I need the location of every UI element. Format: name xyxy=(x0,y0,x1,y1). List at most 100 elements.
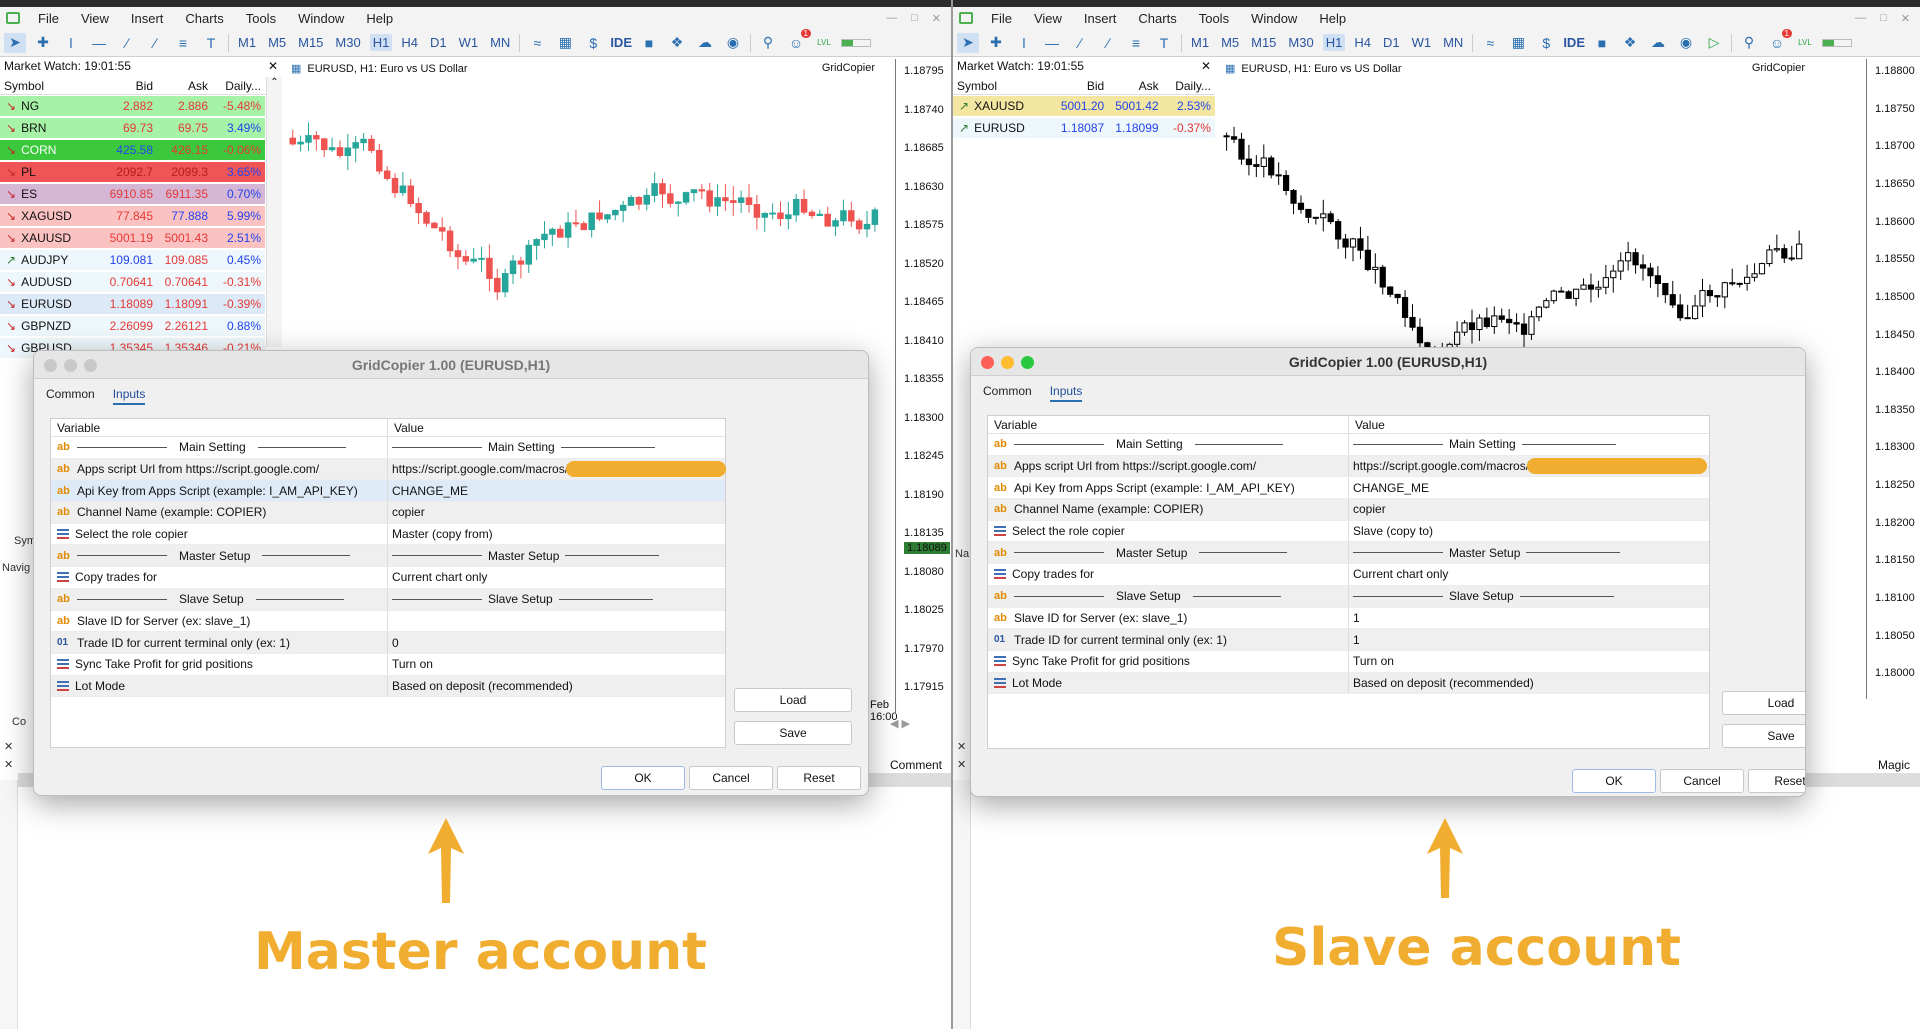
table-row[interactable]: Sync Take Profit for grid positions Turn … xyxy=(51,653,725,676)
menu-window[interactable]: Window xyxy=(1241,11,1309,26)
text-icon[interactable]: T xyxy=(1153,33,1175,53)
ok-button[interactable]: OK xyxy=(601,766,685,790)
list-item[interactable]: ↘ AUDUSD 0.70641 0.70641 -0.31% xyxy=(0,272,265,292)
value-cell[interactable]: Main Setting xyxy=(1349,434,1616,455)
col-variable[interactable]: Variable xyxy=(988,416,1349,433)
menu-charts[interactable]: Charts xyxy=(175,11,235,26)
cancel-button[interactable]: Cancel xyxy=(1660,769,1744,793)
save-button[interactable]: Save xyxy=(1722,724,1805,748)
trendline-icon[interactable]: ∕ xyxy=(1069,33,1091,53)
timeframe-m1[interactable]: M1 xyxy=(235,34,259,51)
list-item[interactable]: ↘ XAUUSD 5001.19 5001.43 2.51% xyxy=(0,228,265,248)
restore-icon[interactable]: □ xyxy=(911,12,918,25)
close-icon[interactable]: ✕ xyxy=(932,12,941,25)
table-row[interactable]: 01 Trade ID for current terminal only (ex… xyxy=(988,629,1709,651)
timeframe-w1[interactable]: W1 xyxy=(1409,34,1435,51)
timeframe-m30[interactable]: M30 xyxy=(1285,34,1316,51)
search-icon[interactable]: ⚲ xyxy=(757,33,779,53)
col-ask[interactable]: Ask xyxy=(1108,77,1162,94)
vertical-line-icon[interactable]: ǀ xyxy=(1013,33,1035,53)
fibonacci-icon[interactable]: ≡ xyxy=(172,33,194,53)
load-button[interactable]: Load xyxy=(1722,691,1805,715)
list-item[interactable]: ↗ EURUSD 1.18087 1.18099 -0.37% xyxy=(953,118,1215,138)
timeframe-h1[interactable]: H1 xyxy=(369,34,393,51)
scroll-arrows[interactable]: ◀ ▶ xyxy=(890,717,910,730)
timeframe-d1[interactable]: D1 xyxy=(427,34,450,51)
notifications-icon[interactable]: ☺ 1 xyxy=(1766,28,1792,53)
value-cell[interactable]: 1 xyxy=(1349,608,1360,629)
menu-tools[interactable]: Tools xyxy=(1189,11,1241,26)
timeframe-m5[interactable]: M5 xyxy=(265,34,289,51)
chart-type-icon[interactable]: ≈ xyxy=(526,33,548,53)
timeframe-d1[interactable]: D1 xyxy=(1380,34,1403,51)
close-icon[interactable]: ✕ xyxy=(4,758,13,771)
close-icon[interactable]: ✕ xyxy=(268,59,278,75)
value-cell[interactable]: Turn on xyxy=(388,654,433,675)
tab-inputs[interactable]: Inputs xyxy=(1049,384,1083,402)
close-icon[interactable]: ✕ xyxy=(957,740,966,753)
play-icon[interactable]: ▷ xyxy=(1703,33,1725,53)
timeframe-m15[interactable]: M15 xyxy=(295,34,326,51)
timeframe-h4[interactable]: H4 xyxy=(398,34,421,51)
menu-file[interactable]: File xyxy=(28,11,71,26)
restore-icon[interactable]: □ xyxy=(1880,12,1887,25)
value-cell[interactable]: Based on deposit (recommended) xyxy=(1349,673,1534,694)
notifications-icon[interactable]: ☺ 1 xyxy=(785,28,811,53)
menu-tools[interactable]: Tools xyxy=(236,11,288,26)
value-cell[interactable]: Current chart only xyxy=(388,567,487,588)
indicators-icon[interactable]: ▦ xyxy=(1507,33,1529,53)
table-row[interactable]: ab Main Setting Main Setting xyxy=(51,437,725,459)
trendline-icon[interactable]: ∕ xyxy=(116,33,138,53)
level-icon[interactable]: LVL xyxy=(1794,33,1816,53)
horizontal-line-icon[interactable]: — xyxy=(88,33,110,53)
cancel-button[interactable]: Cancel xyxy=(689,766,773,790)
value-cell[interactable]: Slave Setup xyxy=(388,589,653,610)
close-icon[interactable]: ✕ xyxy=(4,740,13,753)
value-cell[interactable] xyxy=(388,611,392,632)
channel-icon[interactable]: ∕ xyxy=(144,33,166,53)
menu-help[interactable]: Help xyxy=(1309,11,1358,26)
timeframe-h1[interactable]: H1 xyxy=(1322,34,1346,51)
value-cell[interactable]: Turn on xyxy=(1349,651,1394,672)
minimize-dot-icon[interactable] xyxy=(64,359,77,372)
menu-view[interactable]: View xyxy=(71,11,121,26)
load-button[interactable]: Load xyxy=(734,688,852,712)
dollar-icon[interactable]: $ xyxy=(582,33,604,53)
table-row[interactable]: Lot Mode Based on deposit (recommended) xyxy=(51,675,725,698)
timeframe-m15[interactable]: M15 xyxy=(1248,34,1279,51)
value-cell[interactable]: Master Setup xyxy=(388,545,660,566)
fibonacci-icon[interactable]: ≡ xyxy=(1125,33,1147,53)
value-cell[interactable]: copier xyxy=(1349,499,1386,520)
indicators-icon[interactable]: ▦ xyxy=(554,33,576,53)
table-row[interactable]: Select the role copier Slave (copy to) xyxy=(988,520,1709,543)
timeframe-m5[interactable]: M5 xyxy=(1218,34,1242,51)
table-row[interactable]: ab Slave ID for Server (ex: slave_1) 1 xyxy=(988,607,1709,630)
scrollbar[interactable]: ⌃ xyxy=(266,77,282,347)
table-row[interactable]: Copy trades for Current chart only xyxy=(988,564,1709,586)
list-item[interactable]: ↘ EURUSD 1.18089 1.18091 -0.39% xyxy=(0,294,265,314)
value-cell[interactable]: Slave Setup xyxy=(1349,586,1614,607)
table-row[interactable]: Select the role copier Master (copy from) xyxy=(51,523,725,546)
signal-icon[interactable]: ❖ xyxy=(1619,33,1641,53)
col-value[interactable]: Value xyxy=(388,419,430,436)
table-row[interactable]: ab Main Setting Main Setting xyxy=(988,434,1709,456)
col-symbol[interactable]: Symbol xyxy=(953,77,1054,94)
col-daily[interactable]: Daily... xyxy=(1163,77,1215,94)
menu-charts[interactable]: Charts xyxy=(1128,11,1188,26)
value-cell[interactable]: 1 xyxy=(1349,629,1360,650)
search-icon[interactable]: ⚲ xyxy=(1738,33,1760,53)
menu-view[interactable]: View xyxy=(1024,11,1074,26)
timeframe-m30[interactable]: M30 xyxy=(332,34,363,51)
col-daily[interactable]: Daily... xyxy=(212,77,265,94)
col-variable[interactable]: Variable xyxy=(51,419,388,436)
table-row[interactable]: ab Slave Setup Slave Setup xyxy=(51,588,725,611)
timeframe-mn[interactable]: MN xyxy=(1440,34,1466,51)
value-cell[interactable]: Slave (copy to) xyxy=(1349,521,1433,542)
channel-icon[interactable]: ∕ xyxy=(1097,33,1119,53)
table-row[interactable]: ab Master Setup Master Setup xyxy=(988,542,1709,565)
timeframe-w1[interactable]: W1 xyxy=(456,34,482,51)
value-cell[interactable]: Master (copy from) xyxy=(388,524,493,545)
lock-icon[interactable]: ■ xyxy=(638,33,660,53)
value-cell[interactable]: Current chart only xyxy=(1349,564,1448,585)
list-item[interactable]: ↗ XAUUSD 5001.20 5001.42 2.53% xyxy=(953,96,1215,116)
